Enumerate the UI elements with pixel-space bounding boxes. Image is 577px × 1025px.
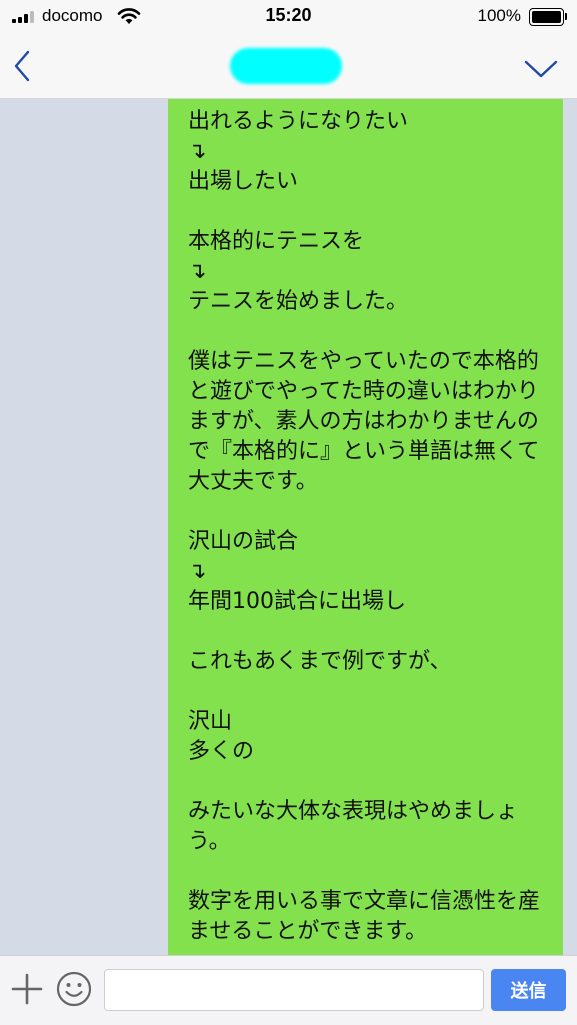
chat-header xyxy=(0,34,577,99)
input-bar: 送信 xyxy=(0,955,577,1025)
battery-percent: 100% xyxy=(477,6,521,25)
contact-name-redacted xyxy=(230,48,342,84)
status-bar: docomo 15:20 100% xyxy=(0,0,577,34)
plus-icon[interactable] xyxy=(10,972,44,1006)
chevron-down-icon[interactable] xyxy=(523,56,559,80)
smiley-icon[interactable] xyxy=(56,971,92,1007)
battery-icon xyxy=(529,8,567,26)
message-input[interactable] xyxy=(104,969,484,1011)
chevron-left-icon[interactable] xyxy=(8,48,38,84)
chat-area[interactable]: 出れるようになりたい ↴ 出場したい 本格的にテニスを ↴ テニスを始めました。… xyxy=(0,99,577,955)
message-bubble: 出れるようになりたい ↴ 出場したい 本格的にテニスを ↴ テニスを始めました。… xyxy=(168,99,563,955)
send-button[interactable]: 送信 xyxy=(491,969,566,1011)
message-text: 出れるようになりたい ↴ 出場したい 本格的にテニスを ↴ テニスを始めました。… xyxy=(188,109,541,944)
